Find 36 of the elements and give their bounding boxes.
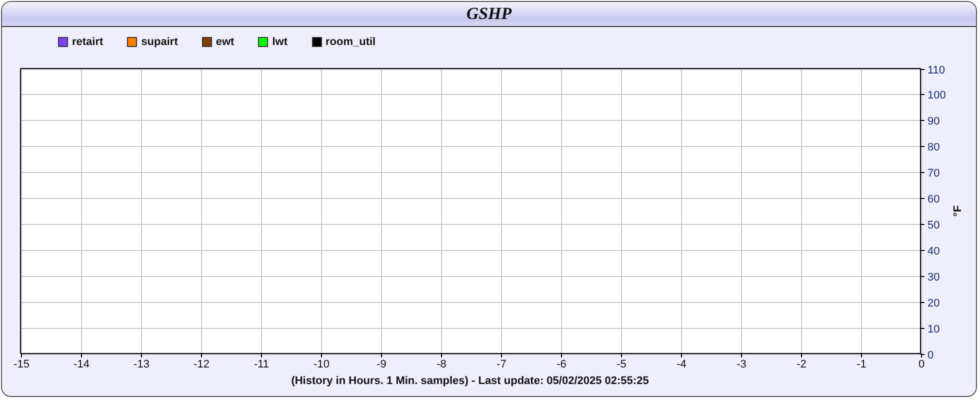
axis-tick-label: -10 <box>314 358 330 370</box>
legend-label: retairt <box>72 36 104 48</box>
axis-title: °F <box>952 205 964 217</box>
legend-label: room_util <box>326 36 376 48</box>
axis-title: (History in Hours. 1 Min. samples) - Last update: 05/02/2025 02:55:25 <box>290 375 650 388</box>
axis-tick-label: -6 <box>556 358 566 370</box>
axis-tick-label: 10 <box>928 324 940 336</box>
axis-tick-label: -14 <box>74 358 90 370</box>
axis-tick-label: -13 <box>134 358 150 370</box>
axis-tick-label: 90 <box>928 116 940 128</box>
axis-tick-label: -11 <box>254 358 270 370</box>
legend-label: lwt <box>272 36 288 48</box>
axis-tick-label: -2 <box>796 358 806 370</box>
axis-tick-label: 0 <box>918 358 925 370</box>
axis-tick-label: -8 <box>436 358 446 370</box>
axis-tick-label: -9 <box>376 358 386 370</box>
axis-tick-label: 20 <box>928 298 940 310</box>
axis-tick-label: 110 <box>928 64 946 76</box>
axis-tick-label: -3 <box>736 358 746 370</box>
axis-tick-label: -5 <box>616 358 626 370</box>
axis-tick-label: 100 <box>928 90 946 102</box>
axis-tick-label: 40 <box>928 246 940 258</box>
legend-label: supairt <box>141 36 178 48</box>
axis-tick-label: -12 <box>194 358 210 370</box>
axis-tick-label: 50 <box>928 220 940 232</box>
axis-tick-label: -1 <box>856 358 866 370</box>
axis-tick-label: 0 <box>928 350 934 362</box>
axis-tick-label: -4 <box>676 358 686 370</box>
axis-tick-label: 80 <box>928 142 940 154</box>
axis-tick-label: -7 <box>496 358 506 370</box>
axis-tick-label: 70 <box>928 168 940 180</box>
axis-tick-label: 60 <box>928 194 940 206</box>
axis-tick-label: -15 <box>14 358 30 370</box>
window-title: GSHP <box>466 4 512 24</box>
legend-label: ewt <box>216 36 234 48</box>
axis-tick-label: 30 <box>928 272 940 284</box>
